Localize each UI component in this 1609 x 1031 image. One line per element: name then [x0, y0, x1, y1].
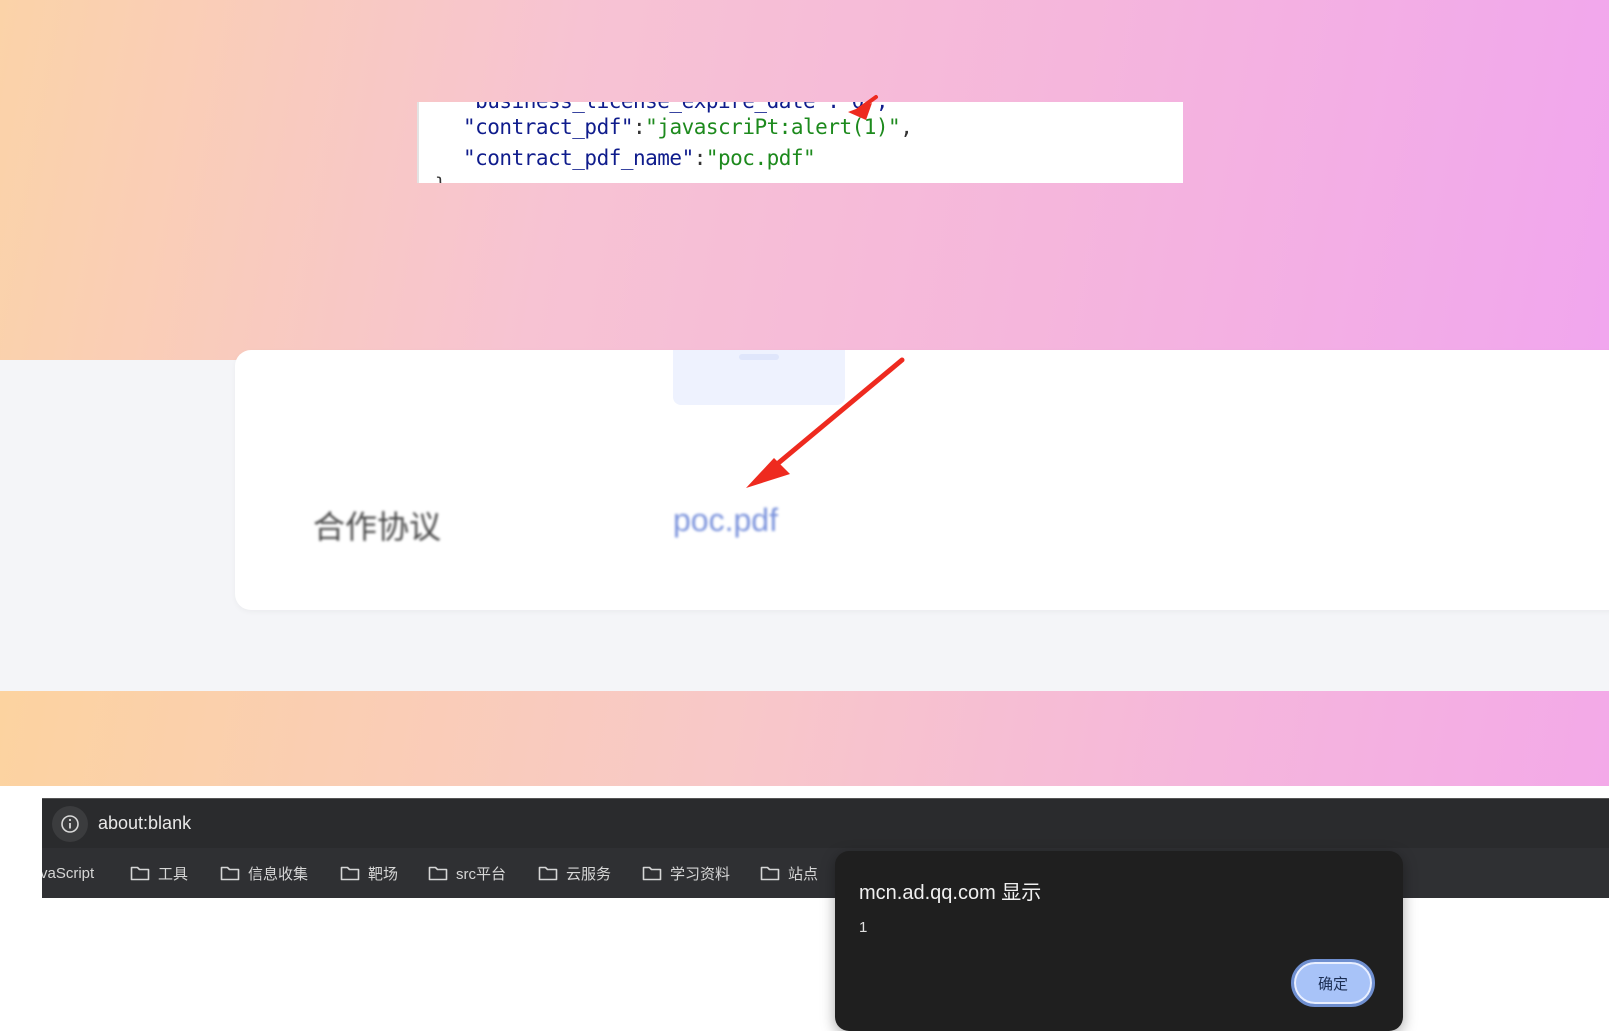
folder-icon [220, 866, 240, 881]
bookmark-label: 站点 [788, 865, 819, 883]
bookmark-label: 工具 [158, 865, 189, 883]
json-key: "contract_pdf" [463, 115, 634, 139]
folder-icon [642, 866, 662, 881]
site-info-button[interactable] [52, 806, 88, 842]
folder-icon [428, 866, 448, 881]
json-key: "contract_pdf_name" [463, 146, 694, 170]
json-code-snippet: "business_license_expire_date":"0", "con… [417, 102, 1183, 183]
folder-icon [538, 866, 558, 881]
form-card: 合作协议 poc.pdf [235, 350, 1609, 610]
dialog-title: mcn.ad.qq.com 显示 [859, 882, 1042, 904]
bookmark-label: 靶场 [368, 865, 399, 883]
folder-icon [340, 866, 360, 881]
bookmark-label: 云服务 [566, 865, 612, 883]
bookmark-label: 信息收集 [248, 865, 309, 883]
upload-placeholder-bar [739, 354, 779, 360]
bookmark-learning[interactable]: 学习资料 [642, 862, 730, 884]
bookmark-cloud-services[interactable]: 云服务 [538, 862, 611, 884]
dialog-message: 1 [859, 919, 868, 936]
contract-field-label: 合作协议 [313, 509, 442, 545]
json-comma: , [900, 115, 913, 139]
bookmark-tools[interactable]: 工具 [130, 862, 188, 884]
code-line-contract-pdf: "contract_pdf":"javascriPt:alert(1)", [463, 115, 913, 139]
json-sep: : [633, 115, 646, 139]
code-line-contract-pdf-name: "contract_pdf_name":"poc.pdf" [463, 146, 816, 170]
code-gutter-rule [417, 102, 419, 183]
upload-area[interactable] [673, 350, 845, 405]
bookmark-range[interactable]: 靶场 [340, 862, 398, 884]
address-bar[interactable]: about:blank [42, 798, 1609, 849]
dialog-ok-button[interactable]: 确定 [1291, 959, 1375, 1007]
json-sep: : [693, 146, 707, 170]
code-line-cut: "business_license_expire_date":"0", [463, 102, 889, 113]
bookmark-label: vaScript [42, 864, 95, 882]
contract-file-link[interactable]: poc.pdf [673, 502, 778, 539]
bookmark-info-gathering[interactable]: 信息收集 [220, 862, 308, 884]
url-text[interactable]: about:blank [98, 813, 191, 834]
bottom-gradient-band [0, 691, 1609, 786]
bookmark-javascript[interactable]: vaScript [42, 862, 94, 884]
bookmark-src-platform[interactable]: src平台 [428, 862, 506, 884]
bookmark-label: 学习资料 [670, 865, 731, 883]
bookmark-sites[interactable]: 站点 [760, 862, 818, 884]
alert-dialog: mcn.ad.qq.com 显示 1 确定 [835, 851, 1403, 1031]
bookmark-label: src平台 [456, 865, 506, 883]
folder-icon [130, 866, 150, 881]
json-value: "poc.pdf" [705, 146, 816, 170]
json-value: "javascriPt:alert(1)" [645, 115, 901, 139]
info-icon [61, 815, 79, 833]
form-page-section: 合作协议 poc.pdf [0, 350, 1609, 691]
folder-icon [760, 866, 780, 881]
json-close-brace: } [435, 174, 446, 183]
